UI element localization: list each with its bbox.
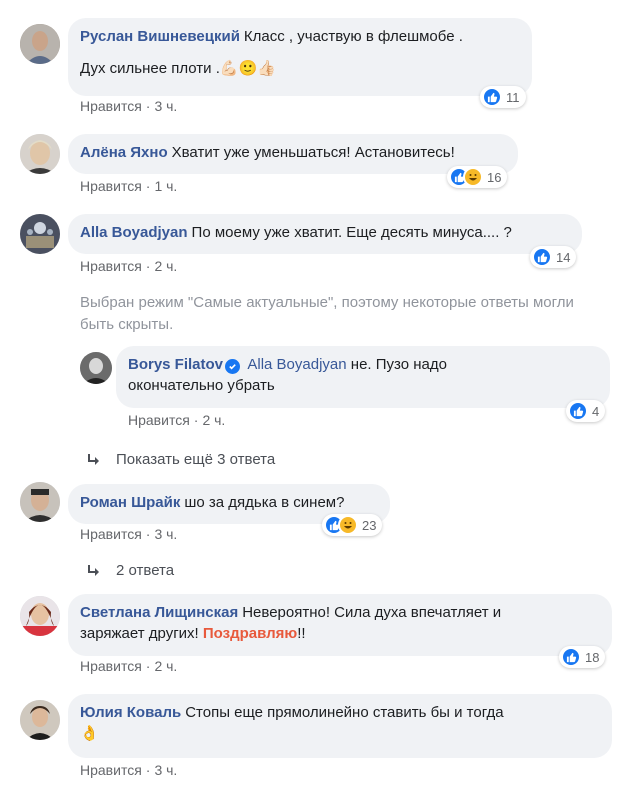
comment-bubble: Alla Boyadjyan По моему уже хватит. Еще д… (68, 214, 582, 254)
reaction-count: 16 (487, 169, 502, 185)
haha-reaction-icon (463, 167, 483, 187)
comment-author[interactable]: Руслан Вишневецкий (80, 28, 240, 45)
comment-author[interactable]: Borys Filatov (128, 356, 223, 373)
like-button[interactable]: Нравится (80, 258, 142, 274)
comment-actions: Нравится · 2 ч. (80, 258, 178, 274)
comment-time[interactable]: 3 ч. (154, 526, 177, 542)
comment-time[interactable]: 2 ч. (154, 258, 177, 274)
comment-text: заряжает других! (80, 625, 199, 642)
comment-actions: Нравится · 2 ч. (128, 412, 226, 428)
comment-text: Стопы еще прямолинейно ставить бы и тогд… (185, 704, 504, 721)
reaction-count: 4 (592, 403, 600, 419)
reaction-summary[interactable]: 18 (559, 646, 606, 668)
comment-actions: Нравится · 1 ч. (80, 178, 178, 194)
reaction-count: 18 (585, 649, 600, 665)
like-button[interactable]: Нравится (80, 526, 142, 542)
comment-time[interactable]: 2 ч. (202, 412, 225, 428)
reaction-count: 11 (506, 89, 520, 105)
reaction-summary[interactable]: 11 (480, 86, 526, 108)
comment-author[interactable]: Светлана Лищинская (80, 604, 238, 621)
reply-arrow-icon (88, 564, 99, 576)
comment-author[interactable]: Alla Boyadjyan (80, 224, 188, 241)
comment-actions: Нравится · 3 ч. (80, 98, 178, 114)
comment-bubble: Светлана Лищинская Невероятно! Сила духа … (68, 594, 612, 656)
reaction-summary[interactable]: 4 (566, 400, 606, 422)
like-button[interactable]: Нравится (80, 178, 142, 194)
comment-author[interactable]: Юлия Коваль (80, 704, 181, 721)
comment-text: Невероятно! Сила духа впечатляет и (242, 604, 502, 621)
comment-text: !! (297, 625, 306, 642)
avatar[interactable] (20, 214, 60, 254)
comment-author[interactable]: Алёна Яхно (80, 144, 168, 161)
comment-text: По моему уже хватит. Еще десять минуса..… (191, 224, 512, 241)
like-button[interactable]: Нравится (80, 98, 142, 114)
reaction-count: 23 (362, 517, 377, 533)
show-more-replies-button[interactable]: 2 ответа (86, 562, 174, 579)
reaction-count: 14 (556, 249, 571, 265)
reaction-summary[interactable]: 16 (447, 166, 508, 188)
avatar[interactable] (20, 24, 60, 64)
ok-hand-icon: 👌 (80, 725, 99, 742)
comment-actions: Нравится · 2 ч. (80, 658, 178, 674)
comment-time[interactable]: 2 ч. (154, 658, 177, 674)
haha-reaction-icon (338, 515, 358, 535)
like-button[interactable]: Нравится (128, 412, 190, 428)
avatar[interactable] (20, 700, 60, 740)
like-reaction-icon (482, 87, 502, 107)
reaction-summary[interactable]: 14 (530, 246, 577, 268)
comment-time[interactable]: 3 ч. (154, 98, 177, 114)
comment-bubble: Руслан Вишневецкий Класс , участвую в фле… (68, 18, 532, 96)
like-button[interactable]: Нравится (80, 658, 142, 674)
comment-time[interactable]: 1 ч. (154, 178, 177, 194)
like-button[interactable]: Нравится (80, 762, 142, 778)
show-more-replies-label: 2 ответа (116, 562, 175, 579)
avatar[interactable] (80, 352, 112, 384)
filter-notice: Выбран режим "Самые актуальные", поэтому… (80, 294, 574, 333)
comment-text: Класс , участвую в флешмобе . (243, 28, 463, 45)
comment-author[interactable]: Роман Шрайк (80, 494, 180, 511)
comment-text: не. Пузо надо (350, 356, 447, 373)
avatar[interactable] (20, 482, 60, 522)
like-reaction-icon (568, 401, 588, 421)
highlighted-word[interactable]: Поздравляю (203, 625, 297, 642)
comment-actions: Нравится · 3 ч. (80, 762, 178, 778)
verified-badge-icon (225, 359, 241, 374)
avatar[interactable] (20, 596, 60, 636)
comment-text: шо за дядька в синем? (184, 494, 345, 511)
like-reaction-icon (561, 647, 581, 667)
comment-bubble: Юлия Коваль Стопы еще прямолинейно ставит… (68, 694, 612, 758)
show-more-replies-button[interactable]: Показать ещё 3 ответа (86, 451, 275, 468)
emoji-icon: 💪🏻🙂👍🏻 (219, 60, 276, 77)
reaction-summary[interactable]: 23 (322, 514, 383, 536)
comment-text: Хватит уже уменьшаться! Астановитесь! (171, 144, 455, 161)
show-more-replies-label: Показать ещё 3 ответа (116, 451, 276, 468)
comment-text: окончательно убрать (128, 377, 275, 394)
comment-time[interactable]: 3 ч. (154, 762, 177, 778)
like-reaction-icon (532, 247, 552, 267)
comment-text: Дух сильнее плоти . (80, 60, 220, 77)
avatar[interactable] (20, 134, 60, 174)
mention-link[interactable]: Alla Boyadjyan (247, 356, 346, 373)
comment-bubble: Borys Filatov Alla Boyadjyan не. Пузо на… (116, 346, 610, 408)
comment-actions: Нравится · 3 ч. (80, 526, 178, 542)
reply-arrow-icon (88, 453, 99, 465)
